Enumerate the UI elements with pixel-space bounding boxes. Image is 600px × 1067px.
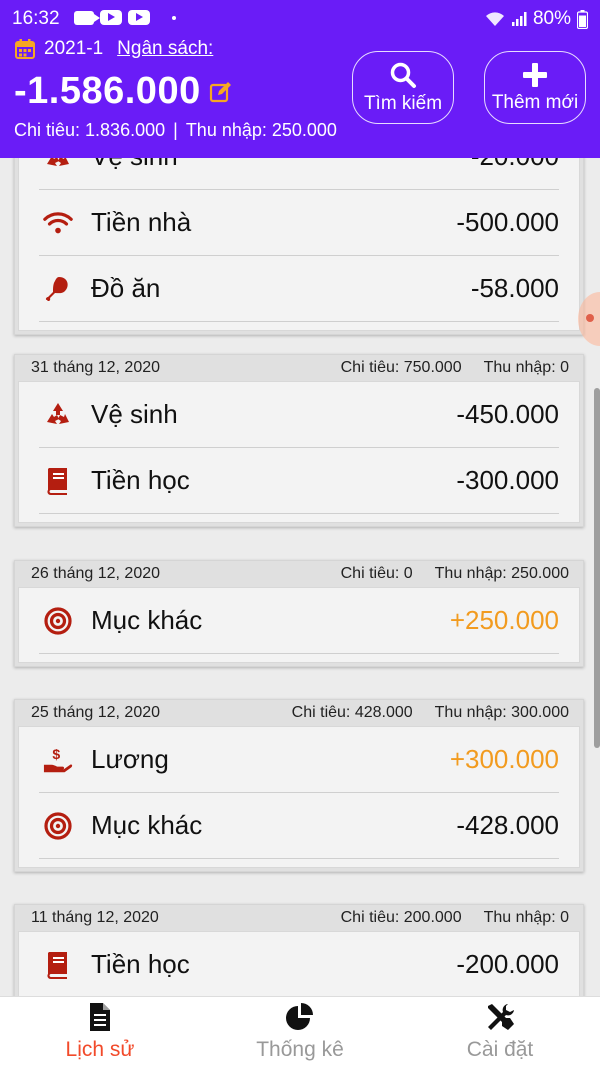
- item-name: Tiền nhà: [91, 207, 192, 237]
- list-item[interactable]: Mục khác -428.000: [39, 793, 559, 859]
- nav-history-label: Lịch sử: [65, 1038, 135, 1061]
- calendar-icon[interactable]: [14, 38, 36, 60]
- item-name: Vệ sinh: [91, 399, 178, 429]
- wifi-status-icon: [485, 12, 504, 26]
- camera-notification-icon: [74, 10, 100, 25]
- group-header: 26 tháng 12, 2020 Chi tiêu: 0 Thu nhập: …: [15, 561, 583, 587]
- svg-text:$: $: [52, 746, 60, 762]
- search-icon: [390, 62, 416, 88]
- list-item[interactable]: Tiền học -300.000: [39, 448, 559, 514]
- more-notifications-icon: [172, 15, 176, 20]
- youtube-notification-icon: [100, 10, 122, 25]
- group-expense: Chi tiêu: 200.000: [340, 909, 462, 926]
- list-item[interactable]: Đồ ăn -58.000: [39, 256, 559, 322]
- search-button[interactable]: Tìm kiếm: [352, 51, 454, 124]
- youtube-notification-icon: [128, 10, 150, 25]
- group-income: Thu nhập: 250.000: [434, 565, 569, 582]
- group-date: 25 tháng 12, 2020: [31, 704, 161, 721]
- scrollbar-thumb[interactable]: [594, 388, 600, 748]
- item-amount: +300.000: [449, 744, 559, 774]
- balance-row: -1.586.000: [14, 70, 233, 113]
- edit-icon[interactable]: [209, 80, 233, 104]
- group-income: Thu nhập: 0: [483, 909, 569, 926]
- budget-link[interactable]: Ngân sách:: [117, 38, 213, 60]
- status-bar: 16:32 80%: [0, 0, 600, 36]
- day-group: Vệ sinh -20.000 Tiền nhà -500.000 Đồ ăn …: [14, 158, 584, 335]
- item-amount: -58.000: [470, 273, 559, 303]
- group-expense: Chi tiêu: 0: [340, 565, 413, 582]
- food-icon: [43, 274, 73, 304]
- list-item[interactable]: Mục khác +250.000: [39, 588, 559, 654]
- item-amount: -450.000: [456, 399, 559, 429]
- group-header: 11 tháng 12, 2020 Chi tiêu: 200.000 Thu …: [15, 905, 583, 931]
- group-header: 25 tháng 12, 2020 Chi tiêu: 428.000 Thu …: [15, 700, 583, 726]
- balance-amount: -1.586.000: [14, 70, 201, 112]
- item-name: Tiền học: [91, 949, 190, 979]
- period-label[interactable]: 2021-1: [44, 38, 103, 60]
- item-amount: -300.000: [456, 465, 559, 495]
- group-expense: Chi tiêu: 750.000: [340, 359, 462, 376]
- group-date: 31 tháng 12, 2020: [31, 359, 161, 376]
- nav-history[interactable]: Lịch sử: [0, 997, 200, 1067]
- salary-icon: $: [43, 745, 73, 775]
- group-income: Thu nhập: 0: [483, 359, 569, 376]
- recycle-icon: [43, 158, 73, 172]
- item-name: Mục khác: [91, 605, 203, 635]
- item-name: Mục khác: [91, 810, 203, 840]
- app-header: 16:32 80% 2021-1 Ngân sách: -1.586.000 C…: [0, 0, 600, 158]
- target-icon: [43, 606, 73, 636]
- add-button-label: Thêm mới: [491, 91, 579, 113]
- item-name: Đồ ăn: [91, 273, 161, 303]
- list-item[interactable]: Vệ sinh -450.000: [39, 382, 559, 448]
- item-name: Tiền học: [91, 465, 190, 495]
- recycle-icon: [43, 400, 73, 430]
- list-item[interactable]: Tiền nhà -500.000: [39, 190, 559, 256]
- day-group: 25 tháng 12, 2020 Chi tiêu: 428.000 Thu …: [14, 699, 584, 872]
- plus-icon: [523, 62, 547, 87]
- search-button-label: Tìm kiếm: [363, 92, 443, 114]
- group-income: Thu nhập: 300.000: [434, 704, 569, 721]
- status-time: 16:32: [12, 8, 60, 29]
- list-item[interactable]: $ Lương +300.000: [39, 727, 559, 793]
- wifi-icon: [43, 208, 73, 238]
- nav-settings-label: Cài đặt: [466, 1038, 534, 1061]
- item-amount: -20.000: [471, 158, 559, 172]
- item-name: Lương: [91, 744, 169, 774]
- battery-icon: [577, 9, 588, 29]
- bottom-navigation: Lịch sử Thống kê Cài đặt: [0, 996, 600, 1067]
- pie-chart-icon: [286, 1003, 313, 1030]
- summary-row: Chi tiêu: 1.836.000 | Thu nhập: 250.000: [14, 120, 337, 141]
- list-item[interactable]: Tiền học -200.000: [39, 932, 559, 996]
- document-icon: [90, 1003, 110, 1031]
- book-icon: [43, 950, 73, 980]
- day-group: 11 tháng 12, 2020 Chi tiêu: 200.000 Thu …: [14, 904, 584, 996]
- signal-icon: [511, 12, 527, 26]
- item-amount: -428.000: [456, 810, 559, 840]
- item-amount: +250.000: [449, 605, 559, 635]
- target-icon: [43, 811, 73, 841]
- transaction-list[interactable]: Vệ sinh -20.000 Tiền nhà -500.000 Đồ ăn …: [0, 158, 600, 996]
- nav-statistics-label: Thống kê: [256, 1038, 344, 1061]
- group-expense: Chi tiêu: 428.000: [291, 704, 413, 721]
- nav-statistics[interactable]: Thống kê: [200, 997, 400, 1067]
- item-name: Vệ sinh: [91, 158, 471, 172]
- item-amount: -500.000: [456, 207, 559, 237]
- summary-income: Thu nhập: 250.000: [185, 120, 337, 140]
- book-icon: [43, 466, 73, 496]
- nav-settings[interactable]: Cài đặt: [400, 997, 600, 1067]
- add-new-button[interactable]: Thêm mới: [484, 51, 586, 124]
- list-item[interactable]: Vệ sinh -20.000: [39, 158, 559, 190]
- day-group: 26 tháng 12, 2020 Chi tiêu: 0 Thu nhập: …: [14, 560, 584, 667]
- group-header: 31 tháng 12, 2020 Chi tiêu: 750.000 Thu …: [15, 355, 583, 381]
- tools-icon: [488, 1004, 514, 1030]
- group-date: 26 tháng 12, 2020: [31, 565, 161, 582]
- item-amount: -200.000: [456, 949, 559, 979]
- battery-percent: 80%: [532, 8, 571, 29]
- summary-separator: |: [173, 120, 178, 140]
- group-date: 11 tháng 12, 2020: [31, 909, 159, 926]
- period-row: 2021-1 Ngân sách:: [14, 38, 213, 60]
- day-group: 31 tháng 12, 2020 Chi tiêu: 750.000 Thu …: [14, 354, 584, 527]
- summary-expense: Chi tiêu: 1.836.000: [14, 120, 166, 140]
